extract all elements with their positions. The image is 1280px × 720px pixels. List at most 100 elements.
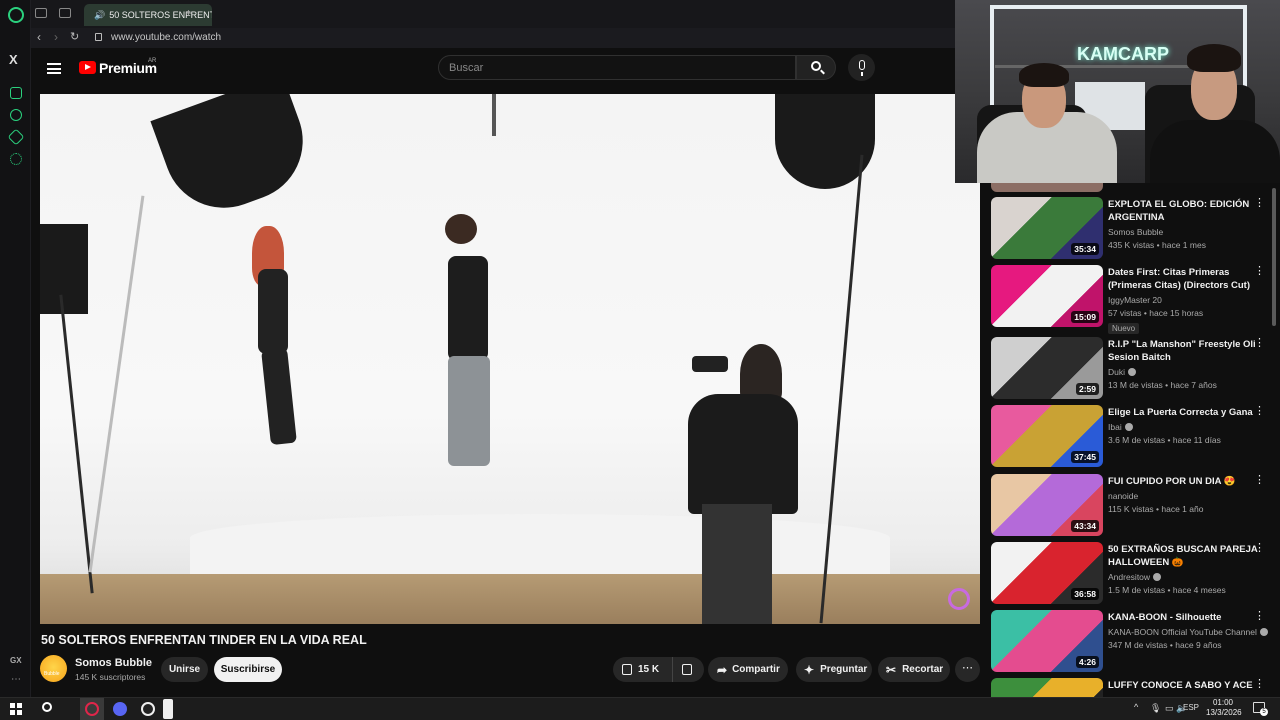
recommendation-channel[interactable]: IggyMaster 20	[1108, 295, 1258, 305]
microphone-tray-icon[interactable]: 🎙	[1150, 703, 1161, 714]
recommendation-item[interactable]: 43:34 FUI CUPIDO POR UN DIA 😍 nanoide 115 K…	[991, 474, 1276, 536]
reload-button[interactable]: ↻	[70, 30, 79, 43]
recommendation-title[interactable]: KANA-BOON - Silhouette	[1108, 611, 1258, 624]
tab-youtube[interactable]: 🔊 50 SOLTEROS ENFRENTAN TINDER EN LA VID…	[84, 4, 212, 26]
duration-badge: 37:45	[1071, 451, 1099, 463]
search-icon[interactable]	[42, 702, 52, 712]
kebab-menu-icon[interactable]: ⋮	[1254, 475, 1265, 486]
kebab-menu-icon[interactable]: ⋮	[1254, 338, 1265, 349]
youtube-logo-icon[interactable]	[79, 61, 96, 74]
video-thumbnail[interactable]: 2:59	[991, 337, 1103, 399]
clip-label: Recortar	[902, 664, 944, 675]
video-player[interactable]	[40, 94, 980, 624]
recommendation-title[interactable]: R.I.P "La Manshon" Freestyle Oli Sesion …	[1108, 338, 1258, 364]
recommendation-item[interactable]: 2:59 R.I.P "La Manshon" Freestyle Oli Ses…	[991, 337, 1276, 399]
video-thumbnail[interactable]: 37:45	[991, 405, 1103, 467]
clip-button[interactable]: ✂ Recortar	[878, 657, 950, 682]
menu-icon[interactable]	[47, 63, 61, 74]
windows-start-icon[interactable]	[10, 703, 22, 715]
duration-badge: 15:09	[1071, 311, 1099, 323]
video-thumbnail[interactable]: 36:58	[991, 542, 1103, 604]
url-field[interactable]: www.youtube.com/watch	[111, 32, 221, 43]
recommendation-title[interactable]: LUFFY CONOCE A SABO Y ACE	[1108, 679, 1258, 692]
sidebar-scrollbar[interactable]	[1272, 188, 1276, 326]
recommendation-channel[interactable]: Duki	[1108, 367, 1258, 377]
speaker-icon[interactable]: 🔊	[94, 10, 105, 21]
more-actions-button[interactable]: ⋯	[955, 657, 980, 682]
video-thumbnail[interactable]: 4:26	[991, 610, 1103, 672]
sidebar-more-icon[interactable]: ⋯	[11, 674, 21, 685]
back-button[interactable]: ‹	[37, 30, 41, 44]
recommendation-item[interactable]: 37:45 Elige La Puerta Correcta y Gana Ibai…	[991, 405, 1276, 467]
channel-avatar[interactable]: Bubble	[40, 655, 67, 682]
history-icon[interactable]	[10, 109, 22, 121]
forward-button[interactable]: ›	[54, 30, 58, 44]
man-jeans	[448, 356, 490, 466]
kebab-menu-icon[interactable]: ⋮	[1254, 543, 1265, 554]
search-input[interactable]	[439, 56, 795, 79]
dislike-button[interactable]	[682, 664, 692, 675]
duration-badge: 4:26	[1075, 656, 1099, 668]
kebab-menu-icon[interactable]: ⋮	[1254, 266, 1265, 277]
recommendation-channel[interactable]: KANA-BOON Official YouTube Channel	[1108, 627, 1268, 637]
video-thumbnail[interactable]: 35:34	[991, 197, 1103, 259]
clock-date: 13/3/2026	[1206, 708, 1242, 717]
kebab-menu-icon[interactable]: ⋮	[1254, 198, 1265, 209]
clock[interactable]: 01:00 13/3/2026	[1206, 698, 1242, 718]
share-button[interactable]: ➦ Compartir	[708, 657, 788, 682]
taskbar-overflow-icon[interactable]	[163, 699, 173, 719]
recommendation-item[interactable]: LUFFY CONOCE A SABO Y ACE ⋮	[991, 678, 1276, 697]
man-shirt	[448, 256, 488, 361]
ask-button[interactable]: ✦ Preguntar	[796, 657, 872, 682]
taskbar-obs[interactable]	[136, 698, 160, 720]
notification-icon[interactable]: 5	[1253, 702, 1268, 716]
join-button[interactable]: Unirse	[161, 657, 208, 682]
recommendation-channel[interactable]: Somos Bubble	[1108, 227, 1258, 237]
browser-sidebar: X GX ⋯	[0, 0, 31, 697]
recommendation-channel[interactable]: Ibai	[1108, 422, 1258, 432]
search-button[interactable]	[796, 55, 836, 80]
video-title: 50 SOLTEROS ENFRENTAN TINDER EN LA VIDA …	[41, 633, 367, 647]
tab-menu-icon[interactable]	[59, 8, 71, 18]
gx-control-label[interactable]: GX	[10, 656, 22, 665]
search-box	[438, 55, 796, 80]
video-thumbnail[interactable]: 43:34	[991, 474, 1103, 536]
tab-islands-icon[interactable]	[35, 8, 47, 18]
voice-search-button[interactable]	[848, 54, 875, 81]
recommendation-item[interactable]: 36:58 50 EXTRAÑOS BUSCAN PAREJA HALLOWEEN…	[991, 542, 1276, 604]
like-button[interactable]: 15 K	[613, 657, 673, 682]
recommendation-channel[interactable]: Andresitow	[1108, 572, 1258, 582]
tray-chevron-icon[interactable]: ^	[1134, 702, 1138, 712]
network-icon[interactable]: ▭	[1165, 703, 1174, 714]
kebab-menu-icon[interactable]: ⋮	[1254, 611, 1265, 622]
taskbar-opera-gx[interactable]	[80, 698, 104, 720]
lock-icon[interactable]	[95, 33, 102, 41]
taskbar-discord[interactable]	[108, 698, 132, 720]
person-right-hair	[1187, 44, 1241, 72]
recommendation-item[interactable]: 35:34 EXPLOTA EL GLOBO: EDICIÓN ARGENTINA…	[991, 197, 1276, 259]
new-tab-button[interactable]: +	[185, 6, 192, 20]
language-indicator[interactable]: ESP	[1183, 703, 1199, 712]
recommendation-title[interactable]: FUI CUPIDO POR UN DIA 😍	[1108, 475, 1258, 488]
recommendation-item[interactable]: 15:09 Dates First: Citas Primeras (Primer…	[991, 265, 1276, 334]
kebab-menu-icon[interactable]: ⋮	[1254, 679, 1265, 690]
softbox-left-lower	[40, 224, 88, 314]
x-twitter-icon[interactable]: X	[9, 52, 18, 67]
video-thumbnail[interactable]: 15:09	[991, 265, 1103, 327]
settings-icon[interactable]	[10, 153, 22, 165]
extensions-icon[interactable]	[7, 128, 25, 146]
recommendation-title[interactable]: EXPLOTA EL GLOBO: EDICIÓN ARGENTINA	[1108, 198, 1258, 224]
recommendation-title[interactable]: 50 EXTRAÑOS BUSCAN PAREJA HALLOWEEN 🎃	[1108, 543, 1258, 569]
subscribe-button[interactable]: Suscribirse	[214, 657, 282, 682]
light-stand	[59, 294, 94, 594]
opera-gx-logo-icon[interactable]	[8, 7, 24, 23]
recommendation-item[interactable]: 4:26 KANA-BOON - Silhouette KANA-BOON Offi…	[991, 610, 1276, 672]
recommendation-title[interactable]: Dates First: Citas Primeras (Primeras Ci…	[1108, 266, 1258, 292]
share-icon: ➦	[717, 662, 728, 677]
kebab-menu-icon[interactable]: ⋮	[1254, 406, 1265, 417]
player-icon[interactable]	[10, 87, 22, 99]
video-thumbnail[interactable]	[991, 678, 1103, 697]
recommendation-title[interactable]: Elige La Puerta Correcta y Gana	[1108, 406, 1258, 419]
recommendation-channel[interactable]: nanoide	[1108, 491, 1258, 501]
channel-name[interactable]: Somos Bubble	[75, 657, 152, 669]
